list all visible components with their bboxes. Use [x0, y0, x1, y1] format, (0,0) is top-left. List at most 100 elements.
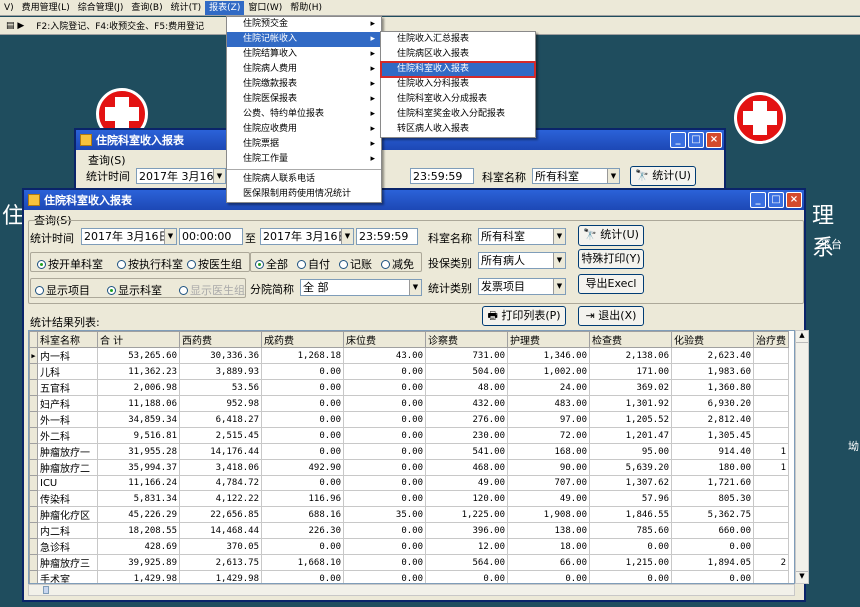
dept-name-cell[interactable]: 急诊科 [37, 538, 98, 555]
menu-reports[interactable]: 报表(Z) [205, 0, 245, 15]
menu-item-phone[interactable]: 住院病人联系电话 [227, 172, 381, 187]
column-header[interactable]: 西药费 [179, 331, 262, 348]
table-row[interactable]: 五官科 2,006.98 53.56 0.00 0.00 48.00 24.00 369.02… [29, 379, 789, 396]
dept-name-cell[interactable]: ICU [37, 475, 98, 491]
maximize-icon[interactable]: □ [768, 192, 784, 208]
amount-cell[interactable]: 0.00 [589, 538, 672, 555]
submenu-item-transfer[interactable]: 转区病人收入报表 [381, 122, 535, 137]
amount-cell[interactable]: 1,668.10 [261, 554, 344, 571]
amount-cell[interactable]: 49.00 [425, 475, 508, 491]
radio-account[interactable]: 记账 [339, 256, 372, 272]
amount-cell[interactable]: 2,613.75 [179, 554, 262, 571]
menu-item-inpatient-account-income[interactable]: 住院记帐收入 [227, 32, 381, 47]
amount-cell[interactable]: 0.00 [261, 395, 344, 412]
column-header[interactable]: 科室名称 [37, 331, 98, 348]
vertical-scrollbar[interactable]: ▲ ▼ [795, 330, 809, 584]
radio-by-order-dept[interactable]: 按开单科室 [37, 256, 103, 272]
amount-cell[interactable]: 952.98 [179, 395, 262, 412]
amount-cell[interactable]: 785.60 [589, 522, 672, 539]
amount-cell[interactable]: 564.00 [425, 554, 508, 571]
amount-cell[interactable]: 2,006.98 [97, 379, 180, 396]
insure-select[interactable]: 所有病人 ▼ [478, 252, 566, 269]
table-row[interactable]: 儿科 11,362.23 3,889.93 0.00 0.00 504.00 1,002.0… [29, 363, 789, 380]
amount-cell[interactable]: 0.00 [343, 570, 426, 583]
dept-name-cell[interactable]: 传染科 [37, 490, 98, 507]
amount-cell[interactable]: 0.00 [671, 570, 754, 583]
amount-cell[interactable]: 0.00 [425, 570, 508, 583]
table-row[interactable]: 妇产科 11,188.06 952.98 0.00 0.00 432.00 483.00 1,… [29, 395, 789, 412]
amount-cell[interactable]: 0.00 [589, 570, 672, 583]
amount-cell[interactable]: 1,205.52 [589, 411, 672, 428]
menu-item-settlement[interactable]: 住院结算收入 [227, 47, 381, 62]
exit-button[interactable]: ⇥ 退出(X) [578, 306, 644, 326]
amount-cell[interactable]: 31,955.28 [97, 443, 180, 460]
amount-cell[interactable]: 14,468.44 [179, 522, 262, 539]
amount-cell[interactable] [753, 490, 789, 507]
amount-cell[interactable]: 53,265.60 [97, 347, 180, 364]
minimize-icon[interactable]: _ [670, 132, 686, 148]
amount-cell[interactable]: 0.00 [261, 538, 344, 555]
column-header[interactable]: 合 计 [97, 331, 180, 348]
amount-cell[interactable]: 11,188.06 [97, 395, 180, 412]
menu-fee-mgmt[interactable]: 费用管理(L) [18, 1, 74, 15]
submenu-item-bonus[interactable]: 住院科室奖金收入分配报表 [381, 107, 535, 122]
amount-cell[interactable]: 1,721.60 [671, 475, 754, 491]
amount-cell[interactable]: 24.00 [507, 379, 590, 396]
amount-cell[interactable]: 5,831.34 [97, 490, 180, 507]
result-table[interactable]: 科室名称 合 计 西药费 成药费 床位费 诊察费 护理费 检查费 化验费 治疗费… [28, 330, 795, 584]
amount-cell[interactable] [753, 475, 789, 491]
amount-cell[interactable]: 3,418.06 [179, 459, 262, 476]
amount-cell[interactable]: 0.00 [671, 538, 754, 555]
submenu-item-ward[interactable]: 住院病区收入报表 [381, 47, 535, 62]
menu-item-drug-limit[interactable]: 医保限制用药使用情况统计 [227, 187, 381, 202]
column-header[interactable]: 成药费 [261, 331, 344, 348]
amount-cell[interactable]: 180.00 [671, 459, 754, 476]
amount-cell[interactable]: 0.00 [261, 379, 344, 396]
amount-cell[interactable]: 541.00 [425, 443, 508, 460]
amount-cell[interactable] [753, 395, 789, 412]
table-row[interactable]: 肿瘤化疗区 45,226.29 22,656.85 688.16 35.00 1,225.… [29, 506, 789, 523]
amount-cell[interactable] [753, 379, 789, 396]
dept-name-cell[interactable]: 外一科 [37, 411, 98, 428]
amount-cell[interactable] [753, 570, 789, 583]
submenu-item-by-dept[interactable]: 住院收入分科报表 [381, 77, 535, 92]
scroll-thumb[interactable] [43, 586, 49, 594]
amount-cell[interactable]: 0.00 [343, 379, 426, 396]
amount-cell[interactable]: 0.00 [261, 443, 344, 460]
amount-cell[interactable]: 53.56 [179, 379, 262, 396]
amount-cell[interactable] [753, 411, 789, 428]
amount-cell[interactable]: 22,656.85 [179, 506, 262, 523]
amount-cell[interactable] [753, 522, 789, 539]
amount-cell[interactable]: 1,268.18 [261, 347, 344, 364]
amount-cell[interactable]: 731.00 [425, 347, 508, 364]
amount-cell[interactable]: 9,516.81 [97, 427, 180, 444]
menu-statistics[interactable]: 统计(T) [167, 1, 206, 15]
amount-cell[interactable]: 35,994.37 [97, 459, 180, 476]
column-header[interactable]: 治疗费 [753, 331, 789, 348]
amount-cell[interactable]: 45,226.29 [97, 506, 180, 523]
amount-cell[interactable]: 30,336.36 [179, 347, 262, 364]
end-date-picker[interactable]: 2017年 3月16日 ▼ [260, 228, 354, 245]
dept-name-cell[interactable]: 肿瘤化疗区 [37, 506, 98, 523]
amount-cell[interactable]: 369.02 [589, 379, 672, 396]
end-time-spinner[interactable]: 23:59:59 [410, 168, 474, 184]
query-tab[interactable]: 查询(S) [34, 212, 72, 228]
dept-name-cell[interactable]: 手术室 [37, 570, 98, 583]
export-button[interactable]: 导出Execl [578, 274, 644, 294]
amount-cell[interactable]: 1,846.55 [589, 506, 672, 523]
amount-cell[interactable]: 1,301.92 [589, 395, 672, 412]
menu-window[interactable]: 窗口(W) [244, 1, 286, 15]
amount-cell[interactable]: 1,894.05 [671, 554, 754, 571]
amount-cell[interactable]: 1,201.47 [589, 427, 672, 444]
dept-select[interactable]: 所有科室 ▼ [478, 228, 566, 245]
table-row[interactable]: 外二科 9,516.81 2,515.45 0.00 0.00 230.00 72.00 1,… [29, 427, 789, 444]
amount-cell[interactable]: 432.00 [425, 395, 508, 412]
dept-name-cell[interactable]: 外二科 [37, 427, 98, 444]
amount-cell[interactable]: 0.00 [261, 475, 344, 491]
amount-cell[interactable]: 95.00 [589, 443, 672, 460]
close-icon[interactable]: × [786, 192, 802, 208]
scroll-down-icon[interactable]: ▼ [796, 571, 808, 583]
stat-type-select[interactable]: 发票项目 ▼ [478, 278, 566, 295]
table-row[interactable]: ▶ 内一科 53,265.60 30,336.36 1,268.18 43.00 731.0… [29, 347, 789, 364]
amount-cell[interactable]: 5,362.75 [671, 506, 754, 523]
